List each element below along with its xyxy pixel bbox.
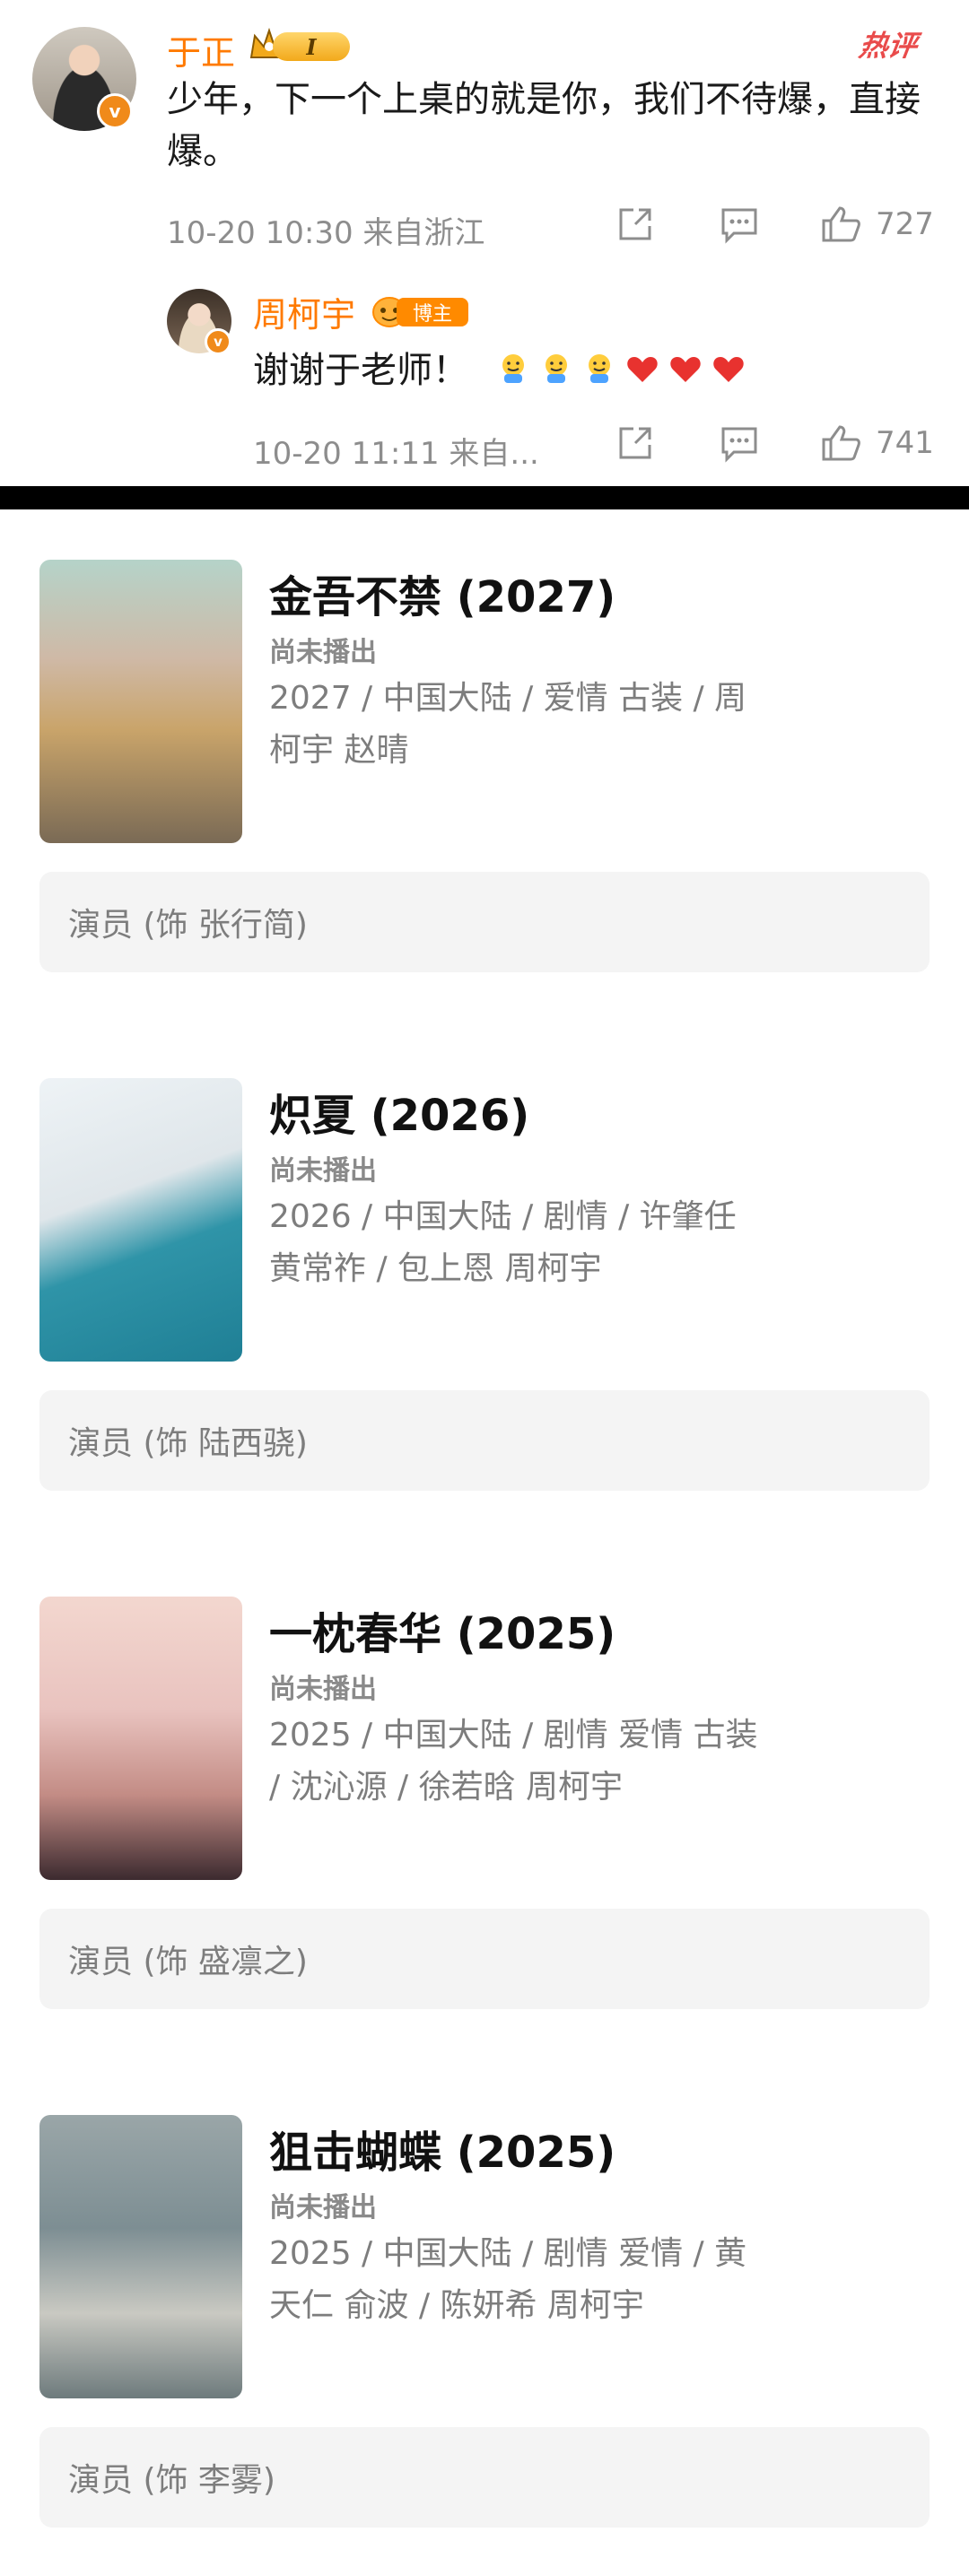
list-item[interactable]: 狙击蝴蝶 (2025) 尚未播出 2025 / 中国大陆 / 剧情 爱情 / 黄… (0, 2065, 969, 2576)
work-status: 尚未播出 (269, 637, 377, 668)
comment-text: 少年，下一个上桌的就是你，我们不待爆，直接爆。 (167, 79, 921, 172)
section-divider (0, 486, 969, 509)
list-item[interactable]: 金吾不禁 (2027) 尚未播出 2027 / 中国大陆 / 爱情 古装 / 周… (0, 509, 969, 1030)
like-count: 741 (876, 425, 934, 461)
poster-image[interactable] (39, 1597, 242, 1880)
comment-icon (721, 208, 757, 244)
heart-icon (627, 357, 658, 382)
like-icon (822, 206, 860, 242)
like-count: 727 (876, 206, 934, 242)
like-button[interactable]: 727 (820, 205, 934, 244)
comment-meta: 10-20 10:30 来自浙江 (167, 215, 485, 251)
level-label: I (273, 32, 350, 61)
heart-icon (670, 357, 701, 382)
verified-icon: v (97, 93, 133, 129)
comment-section: v 于正 I 热评 少年，下一个上桌的就是你，我们不待爆，直接爆。 10-20 … (0, 0, 969, 484)
work-info: 2025 / 中国大陆 / 剧情 爱情 / 黄天仁 俞波 / 陈妍希 周柯宇 (269, 2235, 747, 2324)
reply-text: 谢谢于老师！ (253, 350, 468, 391)
work-title[interactable]: 狙击蝴蝶 (2025) (269, 2117, 615, 2180)
blogger-badge: 博主 (370, 294, 468, 328)
emoji-face-icon (502, 354, 524, 383)
reply-username[interactable]: 周柯宇 (253, 287, 355, 336)
reply-meta: 10-20 11:11 来自... (253, 436, 539, 472)
hot-comment-tag: 热评 (857, 29, 920, 63)
role-box: 演员 (饰 盛凛之) (39, 1909, 930, 2009)
work-status: 尚未播出 (269, 1155, 377, 1187)
comment-button[interactable] (720, 205, 759, 244)
share-icon (619, 427, 651, 459)
work-status: 尚未播出 (269, 2192, 377, 2224)
work-info: 2025 / 中国大陆 / 剧情 爱情 古装 / 沈沁源 / 徐若晗 周柯宇 (269, 1717, 758, 1806)
share-icon (619, 208, 651, 240)
poster-image[interactable] (39, 560, 242, 843)
list-item[interactable]: 炽夏 (2026) 尚未播出 2026 / 中国大陆 / 剧情 / 许肇任 黄常… (0, 1028, 969, 1548)
role-box: 演员 (饰 李雾) (39, 2427, 930, 2528)
level-badge[interactable]: I (248, 25, 350, 65)
poster-image[interactable] (39, 1078, 242, 1362)
work-status: 尚未播出 (269, 1674, 377, 1705)
like-icon (822, 425, 860, 461)
blogger-label: 博主 (397, 298, 468, 326)
works-list: 金吾不禁 (2027) 尚未播出 2027 / 中国大陆 / 爱情 古装 / 周… (0, 509, 969, 2576)
comment-username[interactable]: 于正 (167, 25, 235, 74)
emoji-face-icon (589, 354, 610, 383)
role-box: 演员 (饰 张行简) (39, 872, 930, 972)
like-button[interactable]: 741 (820, 423, 934, 463)
list-item[interactable]: 一枕春华 (2025) 尚未播出 2025 / 中国大陆 / 剧情 爱情 古装 … (0, 1546, 969, 2067)
poster-image[interactable] (39, 2115, 242, 2398)
role-box: 演员 (饰 陆西骁) (39, 1390, 930, 1491)
comment-button[interactable] (720, 423, 759, 463)
share-button[interactable] (615, 205, 655, 244)
work-title[interactable]: 一枕春华 (2025) (269, 1598, 615, 1661)
work-info: 2026 / 中国大陆 / 剧情 / 许肇任 黄常祚 / 包上恩 周柯宇 (269, 1198, 737, 1287)
share-button[interactable] (615, 423, 655, 463)
work-title[interactable]: 金吾不禁 (2027) (269, 561, 615, 624)
reply-emojis (495, 346, 746, 391)
work-title[interactable]: 炽夏 (2026) (269, 1080, 529, 1143)
work-info: 2027 / 中国大陆 / 爱情 古装 / 周柯宇 赵晴 (269, 680, 747, 769)
heart-icon (713, 357, 744, 382)
comment-icon (721, 427, 757, 463)
verified-icon: v (205, 328, 231, 355)
emoji-face-icon (546, 354, 567, 383)
